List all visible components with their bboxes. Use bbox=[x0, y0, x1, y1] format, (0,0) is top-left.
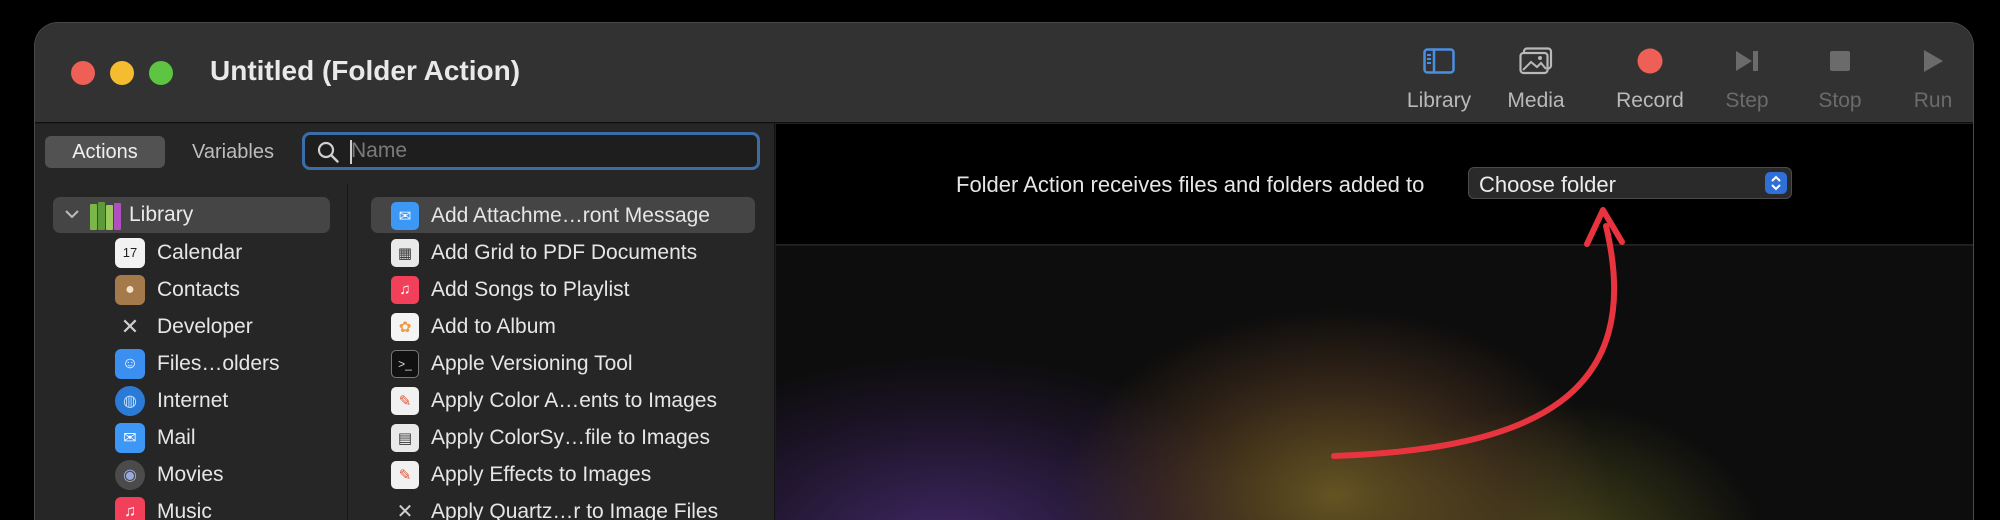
library-toolbar-label: Library bbox=[1406, 89, 1472, 112]
category-list: 17 Calendar ● Contacts ✕ Developer ☺ Fil… bbox=[115, 234, 280, 520]
sidebar-item-label: Movies bbox=[157, 462, 224, 486]
stop-toolbar-button[interactable]: Stop bbox=[1790, 41, 1890, 116]
tab-actions[interactable]: Actions bbox=[45, 136, 165, 168]
search-field[interactable] bbox=[302, 132, 760, 170]
quicktime-icon: ◉ bbox=[115, 459, 145, 490]
sidebar-item-label: Music bbox=[157, 499, 212, 520]
colorsync-icon: ▤ bbox=[391, 423, 419, 452]
action-item[interactable]: ✎ Apply Color A…ents to Images bbox=[391, 382, 718, 419]
stop-icon bbox=[1790, 41, 1890, 81]
action-item[interactable]: ▦ Add Grid to PDF Documents bbox=[391, 234, 718, 271]
library-pane: Actions Variables Library 17 Calendar bbox=[35, 124, 775, 520]
photos-icon bbox=[1486, 41, 1586, 81]
tab-variables[interactable]: Variables bbox=[169, 136, 297, 168]
choose-folder-popup[interactable]: Choose folder bbox=[1468, 167, 1792, 199]
chevron-down-icon[interactable] bbox=[63, 205, 81, 228]
action-item[interactable]: ▤ Apply ColorSy…file to Images bbox=[391, 419, 718, 456]
record-toolbar-label: Record bbox=[1616, 89, 1684, 112]
terminal-icon: >_ bbox=[391, 349, 419, 378]
choose-folder-value: Choose folder bbox=[1479, 172, 1616, 197]
sidebar-item-internet[interactable]: ◍ Internet bbox=[115, 382, 280, 419]
action-item[interactable]: ♫ Add Songs to Playlist bbox=[391, 271, 718, 308]
run-toolbar-label: Run bbox=[1913, 89, 1953, 112]
play-icon bbox=[1883, 41, 1973, 81]
action-item-label: Apply Color A…ents to Images bbox=[431, 388, 717, 412]
folder-action-receives-label: Folder Action receives files and folders… bbox=[956, 172, 1425, 197]
action-item[interactable]: ✕ Apply Quartz…r to Image Files bbox=[391, 493, 719, 520]
music-note-icon: ♫ bbox=[115, 496, 145, 520]
action-item[interactable]: ✿ Add to Album bbox=[391, 308, 718, 345]
library-toolbar-button[interactable]: Library bbox=[1389, 41, 1489, 116]
run-toolbar-button[interactable]: Run bbox=[1883, 41, 1973, 116]
sidebar-item-label: Developer bbox=[157, 314, 253, 338]
preview-brush-icon: ✎ bbox=[391, 460, 419, 489]
tools-icon: ✕ bbox=[120, 313, 140, 339]
action-item[interactable]: ✎ Apply Effects to Images bbox=[391, 456, 718, 493]
mail-icon: ✉ bbox=[115, 422, 145, 453]
sidebar-item-label: Mail bbox=[157, 425, 196, 449]
column-divider[interactable] bbox=[347, 184, 348, 520]
step-toolbar-button[interactable]: Step bbox=[1697, 41, 1797, 116]
sidebar-item-movies[interactable]: ◉ Movies bbox=[115, 456, 280, 493]
action-item-label: Add Songs to Playlist bbox=[431, 277, 630, 301]
action-item-label: Apply Effects to Images bbox=[431, 462, 652, 486]
photos-flower-icon: ✿ bbox=[391, 312, 419, 341]
library-segmented-control: Actions Variables bbox=[45, 136, 297, 168]
preview-brush-icon: ✎ bbox=[391, 386, 419, 415]
close-window-button[interactable] bbox=[71, 61, 95, 85]
pdf-grid-icon: ▦ bbox=[391, 238, 419, 267]
globe-icon: ◍ bbox=[115, 385, 145, 416]
media-toolbar-button[interactable]: Media bbox=[1486, 41, 1586, 116]
media-toolbar-label: Media bbox=[1507, 89, 1565, 112]
contacts-icon: ● bbox=[115, 274, 145, 305]
sidebar-item-label: Files…olders bbox=[157, 351, 280, 375]
workflow-drop-area[interactable] bbox=[776, 246, 1973, 520]
library-label: Library bbox=[129, 203, 194, 226]
step-icon bbox=[1697, 41, 1797, 81]
title-bar: Untitled (Folder Action) Library Media R… bbox=[35, 23, 1973, 123]
window-title: Untitled (Folder Action) bbox=[210, 55, 521, 86]
workflow-pane: Folder Action receives files and folders… bbox=[776, 124, 1973, 520]
record-icon bbox=[1600, 41, 1700, 81]
search-icon bbox=[317, 141, 339, 168]
music-note-icon: ♫ bbox=[391, 275, 419, 304]
workflow-header: Folder Action receives files and folders… bbox=[776, 124, 1973, 245]
sidebar-item-music[interactable]: ♫ Music bbox=[115, 493, 280, 520]
record-toolbar-button[interactable]: Record bbox=[1600, 41, 1700, 116]
action-item-label: Add Attachme…ront Message bbox=[431, 203, 710, 227]
action-item-label: Apple Versioning Tool bbox=[431, 351, 633, 375]
sidebar-item-calendar[interactable]: 17 Calendar bbox=[115, 234, 280, 271]
zoom-window-button[interactable] bbox=[149, 61, 173, 85]
chevron-up-down-icon bbox=[1765, 172, 1787, 194]
sidebar-item-label: Calendar bbox=[157, 240, 243, 264]
library-category-row[interactable]: Library bbox=[53, 197, 330, 233]
automator-window: Untitled (Folder Action) Library Media R… bbox=[34, 22, 1974, 520]
mail-icon: ✉ bbox=[391, 201, 419, 230]
action-item-label: Add Grid to PDF Documents bbox=[431, 240, 698, 264]
sidebar-item-mail[interactable]: ✉ Mail bbox=[115, 419, 280, 456]
action-item-label: Apply Quartz…r to Image Files bbox=[431, 499, 719, 520]
library-books-icon bbox=[89, 201, 123, 236]
action-list: ✉ Add Attachme…ront Message ▦ Add Grid t… bbox=[391, 197, 718, 520]
search-input[interactable] bbox=[351, 138, 746, 164]
action-item-label: Add to Album bbox=[431, 314, 556, 338]
minimize-window-button[interactable] bbox=[110, 61, 134, 85]
action-item[interactable]: >_ Apple Versioning Tool bbox=[391, 345, 718, 382]
sidebar-item-contacts[interactable]: ● Contacts bbox=[115, 271, 280, 308]
sidebar-item-label: Internet bbox=[157, 388, 229, 412]
tools-icon: ✕ bbox=[396, 501, 414, 520]
sidebar-icon bbox=[1389, 41, 1489, 81]
sidebar-item-label: Contacts bbox=[157, 277, 240, 301]
action-item-label: Apply ColorSy…file to Images bbox=[431, 425, 710, 449]
finder-icon: ☺ bbox=[115, 348, 145, 379]
sidebar-item-developer[interactable]: ✕ Developer bbox=[115, 308, 280, 345]
calendar-icon: 17 bbox=[115, 237, 145, 268]
action-item[interactable]: ✉ Add Attachme…ront Message bbox=[391, 197, 718, 234]
sidebar-item-files-folders[interactable]: ☺ Files…olders bbox=[115, 345, 280, 382]
stop-toolbar-label: Stop bbox=[1818, 89, 1862, 112]
step-toolbar-label: Step bbox=[1725, 89, 1769, 112]
